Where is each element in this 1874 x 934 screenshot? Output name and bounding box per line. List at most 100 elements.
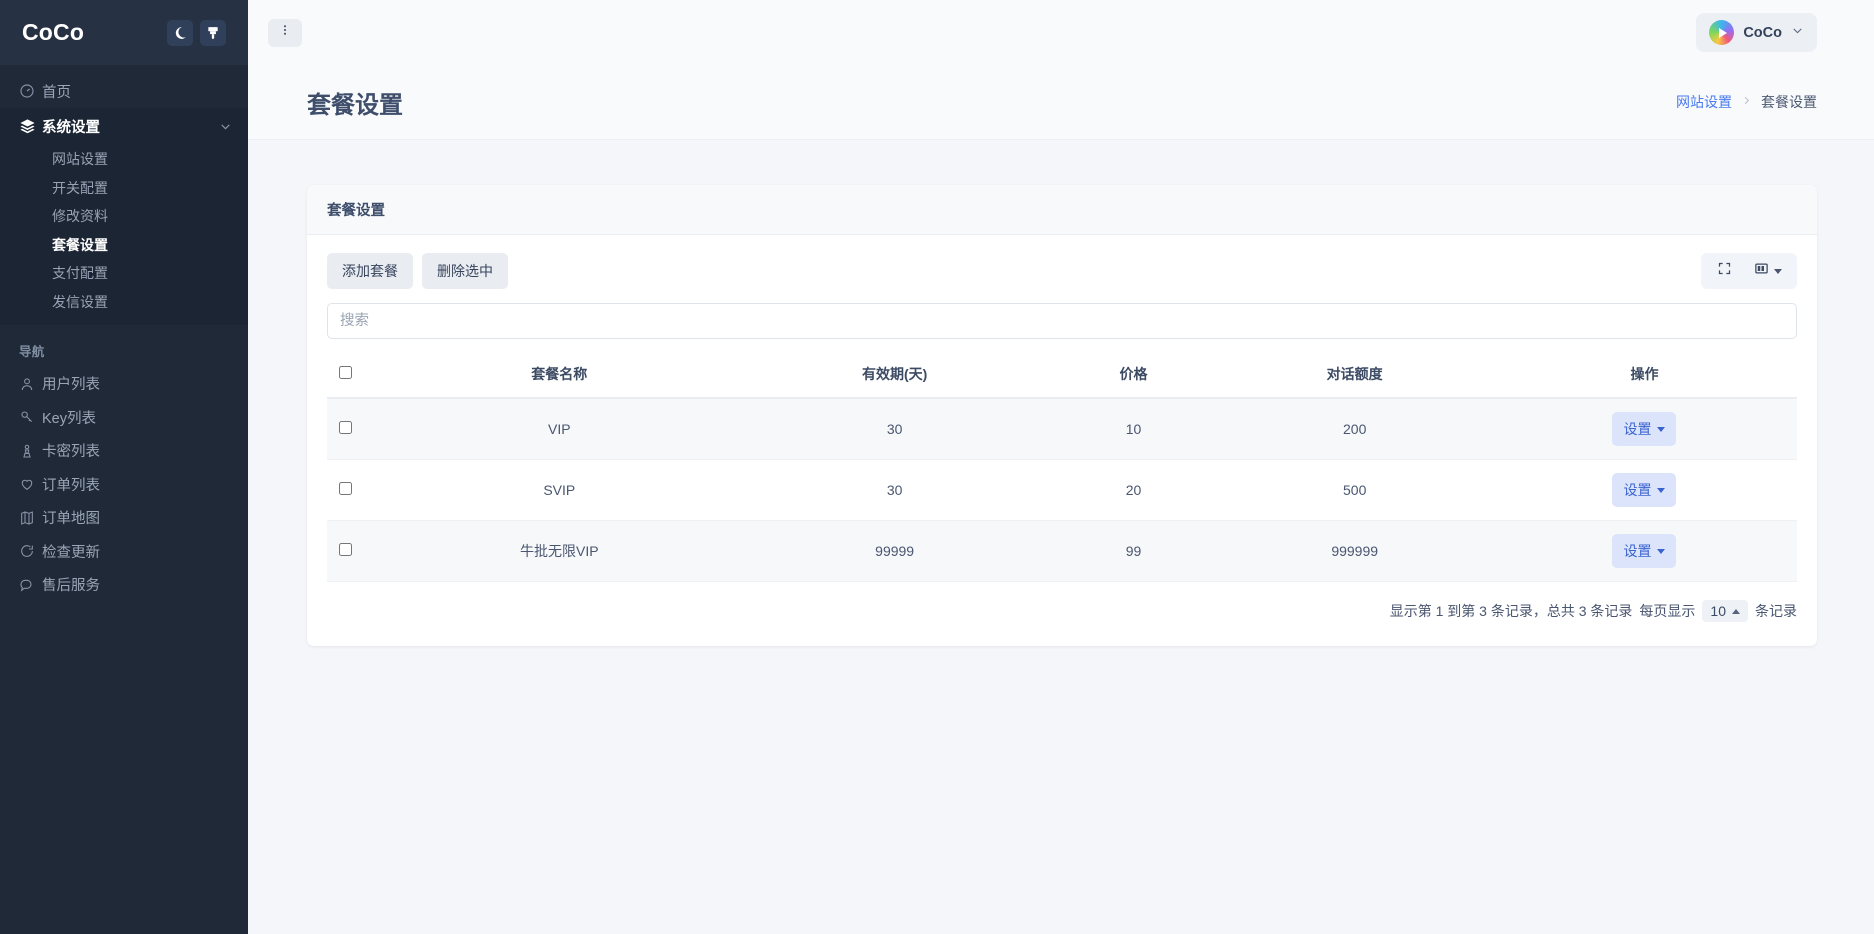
column-header-days[interactable]: 有效期(天) (740, 352, 1050, 398)
breadcrumb-link-site-settings[interactable]: 网站设置 (1676, 92, 1732, 112)
column-header-actions: 操作 (1492, 352, 1797, 398)
column-header-price[interactable]: 价格 (1050, 352, 1218, 398)
table-header-row: 套餐名称 有效期(天) 价格 对话额度 操作 (327, 352, 1797, 398)
card-title: 套餐设置 (307, 185, 1817, 235)
columns-dropdown-button[interactable] (1745, 257, 1791, 285)
row-settings-label: 设置 (1623, 419, 1651, 439)
row-checkbox[interactable] (339, 543, 352, 556)
pagination-info: 显示第 1 到第 3 条记录，总共 3 条记录 (1390, 601, 1633, 621)
breadcrumb-separator-icon (1741, 95, 1752, 109)
chevron-down-icon (1791, 24, 1804, 42)
sidebar-item-check-update[interactable]: 检查更新 (0, 535, 248, 569)
cell-valid-days: 30 (740, 398, 1050, 460)
cell-chat-quota: 500 (1217, 460, 1492, 521)
sidebar-item-user-list[interactable]: 用户列表 (0, 367, 248, 401)
breadcrumb-current: 套餐设置 (1761, 92, 1817, 112)
page-size-label: 每页显示 (1639, 601, 1695, 621)
row-checkbox[interactable] (339, 421, 352, 434)
sidebar-subitem-label: 开关配置 (52, 178, 108, 198)
sidebar-nav: 首页 系统设置 网站设 (0, 65, 248, 934)
user-menu[interactable]: CoCo (1696, 13, 1817, 52)
dots-vertical-icon (278, 23, 292, 42)
package-settings-card: 套餐设置 添加套餐 删除选中 (307, 185, 1817, 646)
table-toolbar: 添加套餐 删除选中 (327, 253, 1797, 289)
map-icon (19, 510, 42, 526)
table-row: 牛批无限VIP 99999 99 999999 设置 (327, 521, 1797, 582)
delete-selected-button[interactable]: 删除选中 (422, 253, 508, 289)
sidebar-item-order-map[interactable]: 订单地图 (0, 501, 248, 535)
key-icon (19, 409, 42, 425)
sidebar-item-home[interactable]: 首页 (0, 74, 248, 108)
dark-mode-toggle[interactable] (167, 20, 193, 46)
cell-actions: 设置 (1492, 398, 1797, 460)
sidebar-subitem-label: 网站设置 (52, 149, 108, 169)
toolbar-actions: 添加套餐 删除选中 (327, 253, 508, 289)
sidebar-subitem-package-settings[interactable]: 套餐设置 (0, 231, 248, 260)
cell-package-name: 牛批无限VIP (379, 521, 740, 582)
row-settings-dropdown[interactable]: 设置 (1612, 412, 1676, 446)
breadcrumb: 网站设置 套餐设置 (1676, 92, 1817, 112)
sidebar-item-label: 首页 (42, 81, 248, 102)
sidebar-item-label: 售后服务 (42, 574, 248, 595)
add-package-button[interactable]: 添加套餐 (327, 253, 413, 289)
page-title: 套餐设置 (307, 85, 1676, 120)
row-select-cell (327, 398, 379, 460)
page-header: 套餐设置 网站设置 套餐设置 (248, 65, 1874, 140)
cell-chat-quota: 200 (1217, 398, 1492, 460)
cell-price: 20 (1050, 460, 1218, 521)
sidebar-subitem-edit-profile[interactable]: 修改资料 (0, 202, 248, 231)
card-body: 添加套餐 删除选中 (307, 235, 1817, 646)
table-head: 套餐名称 有效期(天) 价格 对话额度 操作 (327, 352, 1797, 398)
row-checkbox[interactable] (339, 482, 352, 495)
columns-icon (1754, 261, 1769, 281)
sidebar-subitem-payment-config[interactable]: 支付配置 (0, 259, 248, 288)
row-settings-dropdown[interactable]: 设置 (1612, 534, 1676, 568)
chevron-down-icon (1657, 427, 1665, 432)
sidebar-item-label: 卡密列表 (42, 440, 248, 461)
sidebar-item-label: Key列表 (42, 407, 248, 428)
sidebar-item-after-sales[interactable]: 售后服务 (0, 568, 248, 602)
theme-brush-button[interactable] (200, 20, 226, 46)
sidebar-item-label: 订单地图 (42, 507, 248, 528)
sidebar-item-card-list[interactable]: 卡密列表 (0, 434, 248, 468)
sidebar-item-key-list[interactable]: Key列表 (0, 401, 248, 435)
sidebar-item-order-list[interactable]: 订单列表 (0, 468, 248, 502)
search-input[interactable] (327, 303, 1797, 339)
sidebar-brand: CoCo (0, 0, 248, 65)
moon-icon (173, 26, 187, 40)
avatar (1709, 20, 1734, 45)
user-icon (19, 376, 42, 392)
table-row: SVIP 30 20 500 设置 (327, 460, 1797, 521)
search-row (327, 303, 1797, 339)
chevron-down-icon (1657, 549, 1665, 554)
row-select-cell (327, 521, 379, 582)
cell-price: 99 (1050, 521, 1218, 582)
fullscreen-icon (1717, 261, 1732, 281)
sidebar: CoCo (0, 0, 248, 934)
sidebar-subitem-mail-settings[interactable]: 发信设置 (0, 288, 248, 317)
sidebar-subitem-label: 修改资料 (52, 206, 108, 226)
sidebar-submenu-system-settings: 网站设置 开关配置 修改资料 套餐设置 支付配置 发信设置 (0, 144, 248, 325)
heart-icon (19, 476, 42, 492)
cell-package-name: SVIP (379, 460, 740, 521)
refresh-icon (19, 543, 42, 559)
sidebar-item-label: 检查更新 (42, 541, 248, 562)
sidebar-subitem-switch-config[interactable]: 开关配置 (0, 174, 248, 203)
page-size-value: 10 (1710, 603, 1726, 619)
select-all-checkbox[interactable] (339, 366, 352, 379)
column-header-name[interactable]: 套餐名称 (379, 352, 740, 398)
sidebar-group-system-settings[interactable]: 系统设置 (0, 108, 248, 144)
column-header-quota[interactable]: 对话额度 (1217, 352, 1492, 398)
sidebar-group-label: 系统设置 (42, 116, 219, 137)
row-select-cell (327, 460, 379, 521)
cell-chat-quota: 999999 (1217, 521, 1492, 582)
fullscreen-button[interactable] (1707, 257, 1741, 285)
row-settings-dropdown[interactable]: 设置 (1612, 473, 1676, 507)
sidebar-subitem-site-settings[interactable]: 网站设置 (0, 145, 248, 174)
main-area: CoCo 套餐设置 网站设置 套餐设置 (248, 0, 1874, 934)
table-row: VIP 30 10 200 设置 (327, 398, 1797, 460)
layers-icon (19, 118, 42, 135)
topbar-menu-button[interactable] (268, 19, 302, 47)
page-size-suffix: 条记录 (1755, 601, 1797, 621)
page-size-select[interactable]: 10 (1702, 600, 1748, 622)
